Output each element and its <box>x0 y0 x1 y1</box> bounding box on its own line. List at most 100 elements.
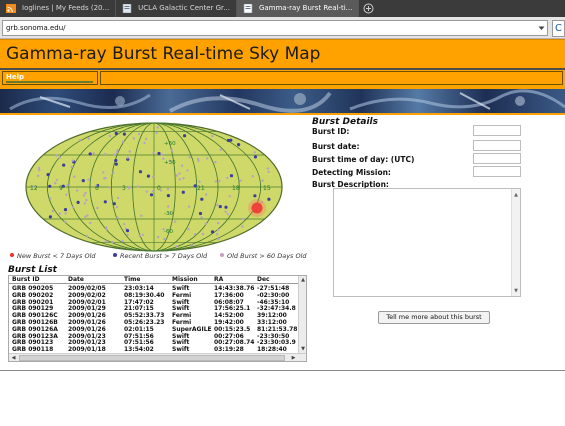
recent-burst-marker[interactable] <box>200 197 204 201</box>
recent-burst-marker[interactable] <box>48 184 52 188</box>
old-burst-marker[interactable] <box>266 167 270 170</box>
old-burst-marker[interactable] <box>87 137 91 140</box>
old-burst-marker[interactable] <box>175 245 178 248</box>
recent-burst-marker[interactable] <box>198 211 203 216</box>
url-input[interactable]: grb.sonoma.edu/ <box>2 20 548 36</box>
old-burst-marker[interactable] <box>96 206 99 210</box>
old-burst-marker[interactable] <box>115 206 119 209</box>
recent-burst-marker[interactable] <box>218 205 222 209</box>
old-burst-marker[interactable] <box>58 212 61 215</box>
old-burst-marker[interactable] <box>166 187 170 191</box>
old-burst-marker[interactable] <box>111 240 114 244</box>
old-burst-marker[interactable] <box>138 234 141 238</box>
old-burst-marker[interactable] <box>104 239 108 243</box>
old-burst-marker[interactable] <box>105 227 108 231</box>
old-burst-marker[interactable] <box>65 193 68 196</box>
old-burst-marker[interactable] <box>55 154 58 157</box>
old-burst-marker[interactable] <box>218 179 221 182</box>
recent-burst-marker[interactable] <box>237 143 241 147</box>
old-burst-marker[interactable] <box>55 178 59 182</box>
old-burst-marker[interactable] <box>217 221 220 225</box>
old-burst-marker[interactable] <box>193 233 197 236</box>
old-burst-marker[interactable] <box>78 139 82 142</box>
old-burst-marker[interactable] <box>242 217 245 221</box>
recent-burst-marker[interactable] <box>181 190 185 194</box>
recent-burst-marker[interactable] <box>112 202 116 206</box>
old-burst-marker[interactable] <box>84 191 87 195</box>
scroll-thumb[interactable] <box>19 355 285 361</box>
tell-me-more-button[interactable]: Tell me more about this burst <box>378 311 490 324</box>
help-menu[interactable]: Help <box>2 71 98 85</box>
old-burst-marker[interactable] <box>64 220 67 224</box>
column-header-mission[interactable]: Mission <box>172 276 198 283</box>
old-burst-marker[interactable] <box>128 150 131 153</box>
old-burst-marker[interactable] <box>187 205 191 208</box>
old-burst-marker[interactable] <box>152 151 155 155</box>
scroll-up-icon[interactable]: ▲ <box>512 191 520 199</box>
old-burst-marker[interactable] <box>144 137 148 141</box>
old-burst-marker[interactable] <box>187 228 190 231</box>
old-burst-marker[interactable] <box>121 239 124 243</box>
old-burst-marker[interactable] <box>82 194 86 197</box>
old-burst-marker[interactable] <box>85 199 88 202</box>
old-burst-marker[interactable] <box>141 233 144 236</box>
old-burst-marker[interactable] <box>214 180 217 183</box>
old-burst-marker[interactable] <box>151 175 155 178</box>
recent-burst-marker[interactable] <box>114 162 118 166</box>
old-burst-marker[interactable] <box>66 183 69 187</box>
recent-burst-marker[interactable] <box>267 197 271 201</box>
old-burst-marker[interactable] <box>143 141 146 145</box>
recent-burst-marker[interactable] <box>103 200 107 204</box>
burst-time-field[interactable] <box>473 153 521 164</box>
old-burst-marker[interactable] <box>89 221 92 225</box>
old-burst-marker[interactable] <box>112 171 115 174</box>
old-burst-marker[interactable] <box>178 172 181 175</box>
old-burst-marker[interactable] <box>37 166 41 170</box>
old-burst-marker[interactable] <box>157 235 160 239</box>
old-burst-marker[interactable] <box>126 233 129 237</box>
old-burst-marker[interactable] <box>211 135 214 138</box>
browser-tab-grb[interactable]: Gamma-ray Burst Real-ti... <box>236 0 360 17</box>
recent-burst-marker[interactable] <box>253 155 257 159</box>
column-header-ra[interactable]: RA <box>214 276 223 283</box>
old-burst-marker[interactable] <box>151 190 155 193</box>
old-burst-marker[interactable] <box>116 149 119 152</box>
old-burst-marker[interactable] <box>206 157 209 160</box>
recent-burst-marker[interactable] <box>183 134 187 138</box>
old-burst-marker[interactable] <box>197 159 200 163</box>
old-burst-marker[interactable] <box>166 205 170 208</box>
burst-id-field[interactable] <box>473 125 521 136</box>
old-burst-marker[interactable] <box>267 170 270 174</box>
old-burst-marker[interactable] <box>116 216 119 219</box>
old-burst-marker[interactable] <box>71 159 75 162</box>
old-burst-marker[interactable] <box>49 197 52 200</box>
old-burst-marker[interactable] <box>190 244 193 247</box>
burst-date-field[interactable] <box>473 140 521 151</box>
description-scrollbar[interactable]: ▲ ▼ <box>511 189 520 296</box>
column-header-time[interactable]: Time <box>124 276 140 283</box>
scroll-left-icon[interactable]: ◀ <box>9 354 18 361</box>
recent-burst-marker[interactable] <box>63 208 68 212</box>
scroll-right-icon[interactable]: ▶ <box>289 354 298 361</box>
old-burst-marker[interactable] <box>58 156 61 159</box>
old-burst-marker[interactable] <box>163 237 166 241</box>
old-burst-marker[interactable] <box>38 169 41 172</box>
old-burst-marker[interactable] <box>92 152 95 155</box>
table-horizontal-scrollbar[interactable]: ◀ ▶ <box>9 353 306 361</box>
old-burst-marker[interactable] <box>102 171 105 174</box>
old-burst-marker[interactable] <box>214 160 217 164</box>
old-burst-marker[interactable] <box>83 202 87 205</box>
old-burst-marker[interactable] <box>226 213 230 216</box>
recent-burst-marker[interactable] <box>229 138 233 142</box>
recent-burst-marker[interactable] <box>210 230 215 234</box>
recent-burst-marker[interactable] <box>149 193 154 197</box>
burst-description-textarea[interactable]: ▲ ▼ <box>333 188 521 297</box>
old-burst-marker[interactable] <box>196 157 200 161</box>
old-burst-marker[interactable] <box>226 176 229 180</box>
old-burst-marker[interactable] <box>216 228 220 232</box>
old-burst-marker[interactable] <box>84 215 87 218</box>
table-vertical-scrollbar[interactable]: ▲ ▼ <box>298 276 306 353</box>
old-burst-marker[interactable] <box>156 126 159 129</box>
old-burst-marker[interactable] <box>128 186 131 189</box>
browser-tab-ucla[interactable]: UCLA Galactic Center Gr... <box>116 0 237 17</box>
